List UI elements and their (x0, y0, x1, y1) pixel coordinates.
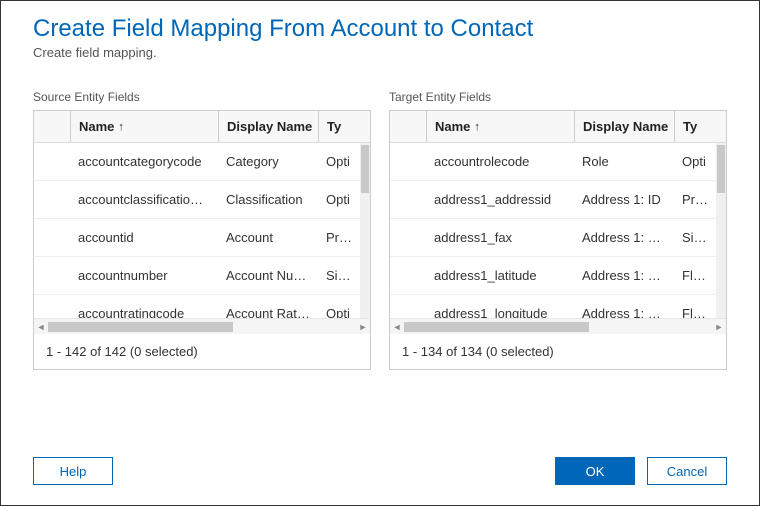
type-column-header[interactable]: Ty (318, 111, 370, 142)
row-display-cell: Account Rating (218, 306, 318, 318)
source-grid: Name ↑ Display Name Ty accountcategoryco… (33, 110, 371, 370)
display-column-header[interactable]: Display Name (218, 111, 318, 142)
row-type-cell: Prim (318, 230, 360, 245)
row-display-cell: Classification (218, 192, 318, 207)
checkbox-column-header[interactable] (390, 111, 426, 142)
row-type-cell: Prim (674, 192, 716, 207)
row-type-cell: Opti (318, 154, 360, 169)
target-grid-header: Name ↑ Display Name Ty (390, 111, 726, 143)
field-mapping-dialog: Create Field Mapping From Account to Con… (0, 0, 760, 506)
table-row[interactable]: address1_longitudeAddress 1: Lo...Float (390, 295, 716, 318)
name-column-header[interactable]: Name ↑ (70, 111, 218, 142)
display-column-header[interactable]: Display Name (574, 111, 674, 142)
target-status: 1 - 134 of 134 (0 selected) (390, 334, 726, 369)
table-row[interactable]: address1_addressidAddress 1: IDPrim (390, 181, 716, 219)
row-name-cell: accountclassificationc... (70, 192, 218, 207)
row-name-cell: accountratingcode (70, 306, 218, 318)
target-label: Target Entity Fields (389, 90, 727, 104)
row-name-cell: address1_fax (426, 230, 574, 245)
scroll-left-icon[interactable]: ◄ (390, 322, 404, 332)
table-row[interactable]: accountrolecodeRoleOpti (390, 143, 716, 181)
row-type-cell: Opti (674, 154, 716, 169)
scrollbar-thumb[interactable] (48, 322, 233, 332)
source-grid-header: Name ↑ Display Name Ty (34, 111, 370, 143)
table-row[interactable]: accountnumberAccount Num...Sing (34, 257, 360, 295)
table-row[interactable]: accountcategorycodeCategoryOpti (34, 143, 360, 181)
row-display-cell: Address 1: ID (574, 192, 674, 207)
sort-asc-icon: ↑ (118, 121, 124, 133)
table-row[interactable]: accountidAccountPrim (34, 219, 360, 257)
target-pane: Target Entity Fields Name ↑ Display Name… (389, 90, 727, 439)
row-display-cell: Address 1: Fax (574, 230, 674, 245)
source-label: Source Entity Fields (33, 90, 371, 104)
target-grid: Name ↑ Display Name Ty accountrolecodeRo… (389, 110, 727, 370)
scroll-right-icon[interactable]: ► (356, 322, 370, 332)
row-name-cell: address1_addressid (426, 192, 574, 207)
dialog-header: Create Field Mapping From Account to Con… (1, 1, 759, 68)
dialog-title: Create Field Mapping From Account to Con… (33, 15, 727, 43)
row-type-cell: Sing (674, 230, 716, 245)
row-display-cell: Role (574, 154, 674, 169)
row-name-cell: accountrolecode (426, 154, 574, 169)
row-type-cell: Opti (318, 192, 360, 207)
row-display-cell: Address 1: La... (574, 268, 674, 283)
source-grid-body: accountcategorycodeCategoryOptiaccountcl… (34, 143, 370, 318)
row-type-cell: Sing (318, 268, 360, 283)
vertical-scrollbar[interactable] (360, 143, 370, 318)
row-name-cell: accountnumber (70, 268, 218, 283)
scrollbar-thumb[interactable] (361, 145, 369, 193)
row-display-cell: Category (218, 154, 318, 169)
checkbox-column-header[interactable] (34, 111, 70, 142)
column-label: Name (435, 119, 470, 134)
help-button[interactable]: Help (33, 457, 113, 485)
source-pane: Source Entity Fields Name ↑ Display Name… (33, 90, 371, 439)
scrollbar-thumb[interactable] (717, 145, 725, 193)
target-grid-body: accountrolecodeRoleOptiaddress1_addressi… (390, 143, 726, 318)
dialog-content: Source Entity Fields Name ↑ Display Name… (1, 68, 759, 439)
ok-button[interactable]: OK (555, 457, 635, 485)
table-row[interactable]: accountclassificationc...ClassificationO… (34, 181, 360, 219)
cancel-button[interactable]: Cancel (647, 457, 727, 485)
type-column-header[interactable]: Ty (674, 111, 726, 142)
row-name-cell: address1_latitude (426, 268, 574, 283)
row-name-cell: accountid (70, 230, 218, 245)
name-column-header[interactable]: Name ↑ (426, 111, 574, 142)
table-row[interactable]: accountratingcodeAccount RatingOpti (34, 295, 360, 318)
horizontal-scrollbar[interactable]: ◄ ► (390, 318, 726, 334)
vertical-scrollbar[interactable] (716, 143, 726, 318)
sort-asc-icon: ↑ (474, 121, 480, 133)
row-name-cell: accountcategorycode (70, 154, 218, 169)
table-row[interactable]: address1_faxAddress 1: FaxSing (390, 219, 716, 257)
table-row[interactable]: address1_latitudeAddress 1: La...Float (390, 257, 716, 295)
horizontal-scrollbar[interactable]: ◄ ► (34, 318, 370, 334)
scrollbar-thumb[interactable] (404, 322, 589, 332)
row-display-cell: Address 1: Lo... (574, 306, 674, 318)
source-status: 1 - 142 of 142 (0 selected) (34, 334, 370, 369)
column-label: Name (79, 119, 114, 134)
row-display-cell: Account Num... (218, 268, 318, 283)
row-type-cell: Opti (318, 306, 360, 318)
scroll-left-icon[interactable]: ◄ (34, 322, 48, 332)
scrollbar-track[interactable] (48, 322, 356, 332)
scrollbar-track[interactable] (404, 322, 712, 332)
row-type-cell: Float (674, 306, 716, 318)
dialog-footer: Help OK Cancel (1, 439, 759, 505)
row-type-cell: Float (674, 268, 716, 283)
row-display-cell: Account (218, 230, 318, 245)
row-name-cell: address1_longitude (426, 306, 574, 318)
dialog-subtitle: Create field mapping. (33, 45, 727, 60)
scroll-right-icon[interactable]: ► (712, 322, 726, 332)
